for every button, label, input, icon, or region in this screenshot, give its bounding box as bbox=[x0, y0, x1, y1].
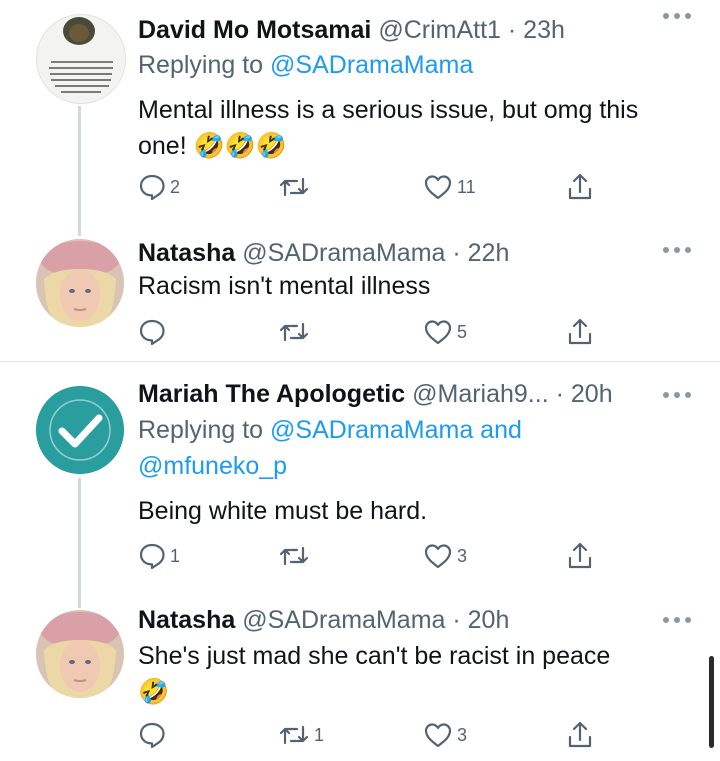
tweet-1[interactable]: David Mo Motsamai @CrimAtt1 · 23h Replyi… bbox=[0, 0, 720, 236]
tweet-text: Being white must be hard. bbox=[138, 497, 428, 525]
retweet-button[interactable] bbox=[278, 539, 314, 573]
tweet-text: Mental illness is a serious issue, but o… bbox=[138, 96, 639, 160]
more-icon[interactable] bbox=[662, 616, 692, 624]
tweet-4[interactable]: Natasha @SADramaMama · 20h She's just ma… bbox=[0, 592, 720, 761]
action-bar: 5 bbox=[138, 315, 608, 349]
separator-dot: · bbox=[452, 606, 461, 634]
avatar[interactable] bbox=[36, 14, 126, 104]
user-handle[interactable]: @Mariah9... bbox=[412, 380, 549, 408]
tweet-header: David Mo Motsamai @CrimAtt1 · 23h bbox=[138, 14, 650, 46]
share-button[interactable] bbox=[566, 315, 594, 349]
mention-link-2[interactable]: @mfuneko_p bbox=[138, 452, 287, 480]
share-button[interactable] bbox=[566, 718, 594, 752]
share-icon bbox=[568, 542, 592, 569]
share-button[interactable] bbox=[566, 539, 594, 573]
scrollbar[interactable] bbox=[709, 656, 714, 748]
retweet-icon bbox=[279, 177, 309, 197]
timestamp[interactable]: 23h bbox=[523, 16, 565, 44]
display-name[interactable]: Mariah The Apologetic bbox=[138, 380, 405, 408]
avatar-quote-image bbox=[49, 17, 113, 93]
avatar[interactable] bbox=[36, 386, 124, 474]
tweet-header: Natasha @SADramaMama · 20h bbox=[138, 604, 650, 636]
replying-to-conjunction: and bbox=[473, 416, 522, 444]
reply-icon bbox=[139, 543, 165, 570]
reply-count: 1 bbox=[170, 545, 181, 566]
user-handle[interactable]: @CrimAtt1 bbox=[378, 16, 501, 44]
more-icon[interactable] bbox=[662, 246, 692, 254]
like-count: 3 bbox=[457, 545, 468, 566]
share-icon bbox=[568, 721, 592, 748]
separator-dot: · bbox=[507, 16, 517, 44]
reply-button[interactable] bbox=[138, 315, 170, 349]
tweet-2[interactable]: Natasha @SADramaMama · 22h Racism isn't … bbox=[0, 225, 720, 360]
tweet-text-emoji: 🤣 bbox=[138, 678, 170, 706]
mention-link[interactable]: @SADramaMama bbox=[270, 416, 473, 444]
reply-button[interactable]: 2 bbox=[138, 170, 180, 204]
avatar[interactable] bbox=[36, 610, 124, 698]
tweet-header: Natasha @SADramaMama · 22h bbox=[138, 237, 650, 269]
separator-dot: · bbox=[452, 239, 461, 267]
retweet-icon bbox=[279, 546, 309, 566]
reply-icon bbox=[139, 722, 165, 749]
share-icon bbox=[568, 318, 592, 345]
replying-to: Replying to @SADramaMama bbox=[138, 47, 473, 83]
retweet-button[interactable]: 1 bbox=[278, 718, 324, 752]
checkmark-icon bbox=[36, 386, 124, 474]
reply-count: 2 bbox=[170, 176, 181, 197]
action-bar: 2 11 bbox=[138, 170, 608, 204]
like-button[interactable]: 5 bbox=[423, 315, 467, 349]
tweet-3[interactable]: Mariah The Apologetic @Mariah9... · 20h … bbox=[0, 362, 720, 608]
like-icon bbox=[424, 320, 452, 345]
like-icon bbox=[424, 175, 452, 200]
separator-dot: · bbox=[555, 380, 564, 408]
retweet-button[interactable] bbox=[278, 315, 314, 349]
timestamp[interactable]: 20h bbox=[571, 380, 613, 408]
share-button[interactable] bbox=[566, 170, 594, 204]
tweet-header: Mariah The Apologetic @Mariah9... · 20h bbox=[138, 378, 640, 410]
avatar-photo bbox=[36, 239, 124, 327]
timestamp[interactable]: 22h bbox=[468, 239, 510, 267]
reply-button[interactable]: 1 bbox=[138, 539, 180, 573]
mention-link[interactable]: @SADramaMama bbox=[270, 51, 473, 79]
like-count: 3 bbox=[457, 724, 468, 745]
display-name[interactable]: David Mo Motsamai bbox=[138, 16, 371, 44]
user-handle[interactable]: @SADramaMama bbox=[242, 239, 445, 267]
user-handle[interactable]: @SADramaMama bbox=[242, 606, 445, 634]
replying-to: Replying to @SADramaMama and @mfuneko_p bbox=[138, 412, 522, 484]
like-count: 11 bbox=[457, 176, 476, 197]
reply-button[interactable] bbox=[138, 718, 170, 752]
like-icon bbox=[424, 544, 452, 569]
like-icon bbox=[424, 723, 452, 748]
avatar[interactable] bbox=[36, 239, 124, 327]
replying-to-label: Replying to bbox=[138, 416, 271, 444]
retweet-icon bbox=[279, 322, 309, 342]
action-bar: 1 3 bbox=[138, 539, 608, 573]
action-bar: 1 3 bbox=[138, 718, 608, 752]
more-icon[interactable] bbox=[662, 391, 692, 399]
reply-icon bbox=[139, 319, 165, 346]
tweet-text: She's just mad she can't be racist in pe… bbox=[138, 642, 611, 670]
like-button[interactable]: 3 bbox=[423, 718, 467, 752]
replying-to-label: Replying to bbox=[138, 51, 271, 79]
like-button[interactable]: 3 bbox=[423, 539, 467, 573]
avatar-photo bbox=[36, 610, 124, 698]
thread-line bbox=[78, 478, 81, 608]
like-count: 5 bbox=[457, 321, 468, 342]
retweet-count: 1 bbox=[314, 724, 325, 745]
reply-icon bbox=[139, 174, 165, 201]
retweet-icon bbox=[279, 725, 309, 745]
more-icon[interactable] bbox=[662, 12, 692, 20]
display-name[interactable]: Natasha bbox=[138, 606, 235, 634]
timestamp[interactable]: 20h bbox=[468, 606, 510, 634]
retweet-button[interactable] bbox=[278, 170, 314, 204]
like-button[interactable]: 11 bbox=[423, 170, 476, 204]
display-name[interactable]: Natasha bbox=[138, 239, 235, 267]
thread-line bbox=[78, 106, 81, 236]
share-icon bbox=[568, 173, 592, 200]
tweet-text: Racism isn't mental illness bbox=[138, 272, 431, 300]
